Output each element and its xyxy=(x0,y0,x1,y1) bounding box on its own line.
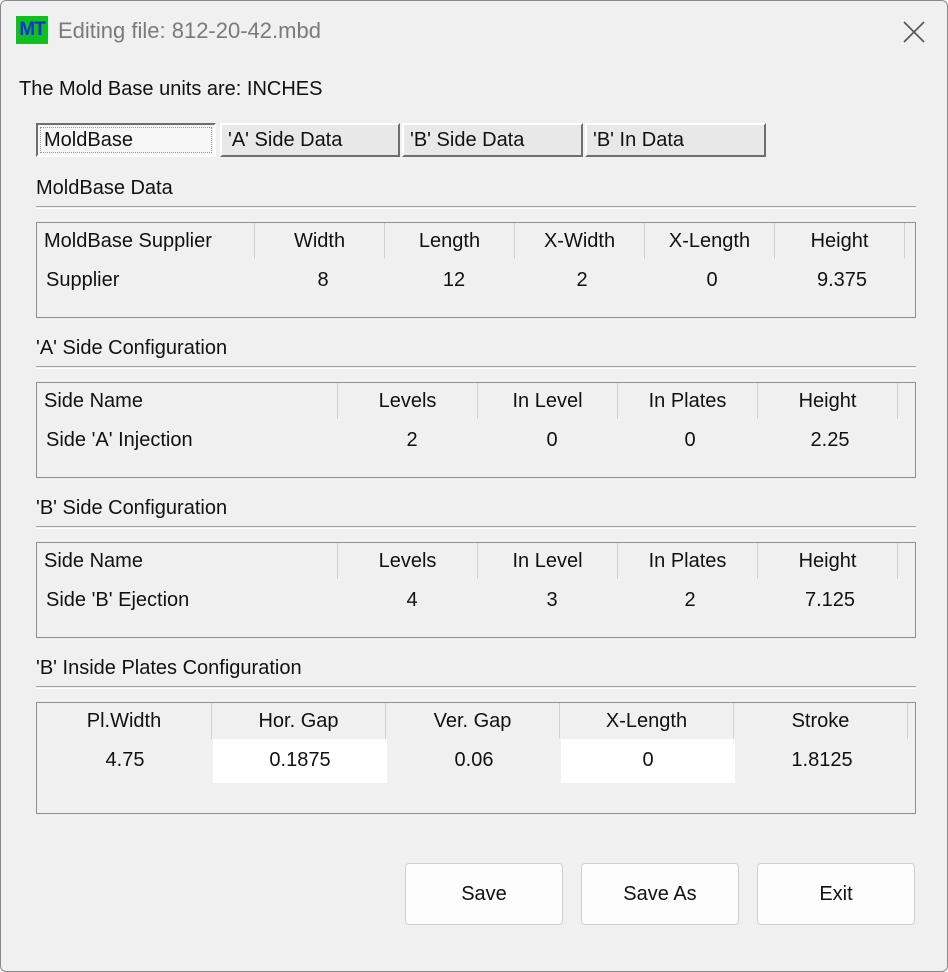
window-title: Editing file: 812-20-42.mbd xyxy=(58,18,321,43)
column-header: In Plates xyxy=(618,383,758,419)
close-button[interactable] xyxy=(894,12,934,52)
height-cell[interactable]: 7.125 xyxy=(760,579,900,623)
column-header: Hor. Gap xyxy=(212,703,386,739)
supplier-cell[interactable]: Supplier xyxy=(37,259,255,303)
column-header: Levels xyxy=(338,543,478,579)
width-cell[interactable]: 8 xyxy=(255,259,391,303)
column-header: Pl.Width xyxy=(37,703,212,739)
in-plates-cell[interactable]: 0 xyxy=(620,419,760,463)
column-header: Width xyxy=(255,223,385,259)
close-icon xyxy=(903,21,925,43)
save-as-button[interactable]: Save As xyxy=(581,863,739,925)
editor-window: MT Editing file: 812-20-42.mbd The Mold … xyxy=(0,0,948,972)
section-divider xyxy=(36,686,916,689)
a-side-section-title: 'A' Side Configuration xyxy=(36,337,228,359)
x-length-cell[interactable]: 0 xyxy=(561,739,735,783)
section-divider xyxy=(36,526,916,529)
x-width-cell[interactable]: 2 xyxy=(517,259,647,303)
stroke-cell[interactable]: 1.8125 xyxy=(735,739,909,783)
column-header: In Level xyxy=(478,543,618,579)
column-header: In Plates xyxy=(618,543,758,579)
column-header: Length xyxy=(385,223,515,259)
length-cell[interactable]: 12 xyxy=(391,259,517,303)
app-logo-icon: MT xyxy=(16,16,48,44)
column-header: In Level xyxy=(478,383,618,419)
moldbase-section-title: MoldBase Data xyxy=(36,177,173,199)
units-label: The Mold Base units are: INCHES xyxy=(19,78,323,100)
moldbase-grid[interactable]: MoldBase Supplier Width Length X-Width X… xyxy=(36,222,916,318)
column-header: MoldBase Supplier xyxy=(37,223,255,259)
levels-cell[interactable]: 2 xyxy=(338,419,486,463)
section-divider xyxy=(36,366,916,369)
hor-gap-cell[interactable]: 0.1875 xyxy=(213,739,387,783)
height-cell[interactable]: 2.25 xyxy=(760,419,900,463)
column-header: Side Name xyxy=(37,383,338,419)
column-header: Ver. Gap xyxy=(386,703,560,739)
section-divider xyxy=(36,206,916,209)
ver-gap-cell[interactable]: 0.06 xyxy=(387,739,561,783)
column-header: X-Length xyxy=(645,223,775,259)
tab-moldbase[interactable]: MoldBase xyxy=(36,123,216,157)
side-name-cell[interactable]: Side 'A' Injection xyxy=(37,419,338,463)
save-button[interactable]: Save xyxy=(405,863,563,925)
height-cell[interactable]: 9.375 xyxy=(777,259,907,303)
in-level-cell[interactable]: 3 xyxy=(486,579,618,623)
plate-width-cell[interactable]: 4.75 xyxy=(37,739,213,783)
b-inside-section-title: 'B' Inside Plates Configuration xyxy=(36,657,302,679)
a-side-grid[interactable]: Side Name Levels In Level In Plates Heig… xyxy=(36,382,916,478)
column-header: Height xyxy=(758,543,898,579)
x-length-cell[interactable]: 0 xyxy=(647,259,777,303)
levels-cell[interactable]: 4 xyxy=(338,579,486,623)
b-inside-grid[interactable]: Pl.Width Hor. Gap Ver. Gap X-Length Stro… xyxy=(36,702,916,814)
column-header: Stroke xyxy=(734,703,908,739)
column-header: Side Name xyxy=(37,543,338,579)
in-level-cell[interactable]: 0 xyxy=(486,419,618,463)
in-plates-cell[interactable]: 2 xyxy=(620,579,760,623)
tab-b-side-data[interactable]: 'B' Side Data xyxy=(402,123,583,157)
tab-a-side-data[interactable]: 'A' Side Data xyxy=(220,123,400,157)
b-side-grid[interactable]: Side Name Levels In Level In Plates Heig… xyxy=(36,542,916,638)
side-name-cell[interactable]: Side 'B' Ejection xyxy=(37,579,338,623)
column-header: Height xyxy=(775,223,905,259)
column-header: Levels xyxy=(338,383,478,419)
column-header: X-Length xyxy=(560,703,734,739)
column-header: Height xyxy=(758,383,898,419)
b-side-section-title: 'B' Side Configuration xyxy=(36,497,228,519)
tab-b-in-data[interactable]: 'B' In Data xyxy=(585,123,766,157)
column-header: X-Width xyxy=(515,223,645,259)
exit-button[interactable]: Exit xyxy=(757,863,915,925)
title-bar[interactable]: MT Editing file: 812-20-42.mbd xyxy=(1,1,947,61)
